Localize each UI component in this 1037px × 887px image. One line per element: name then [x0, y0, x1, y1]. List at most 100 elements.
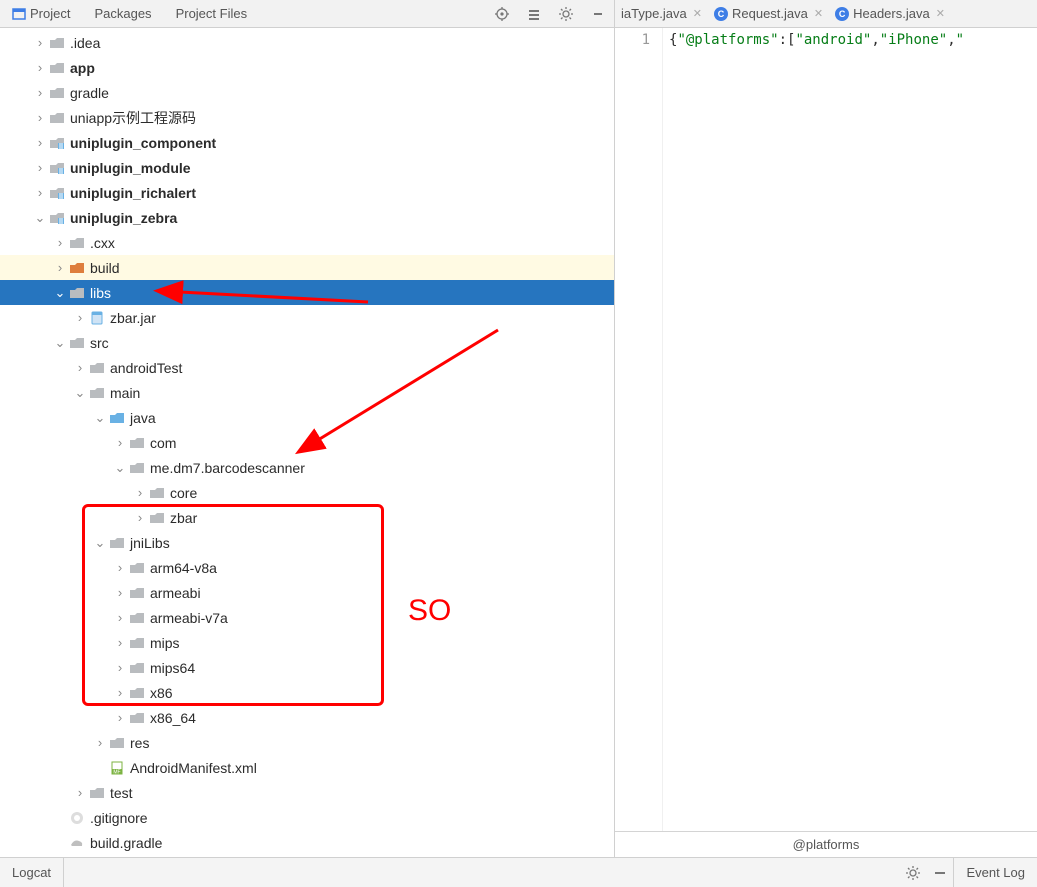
chevron-right-icon[interactable]: ›	[72, 785, 88, 800]
folder-icon	[88, 384, 106, 402]
tree-row[interactable]: › .idea	[0, 30, 614, 55]
tree-row[interactable]: ⌄ libs	[0, 280, 614, 305]
close-icon[interactable]: ✕	[814, 7, 823, 20]
tree-node-label: .cxx	[90, 235, 115, 251]
chevron-right-icon[interactable]: ›	[32, 160, 48, 175]
folder-icon	[88, 784, 106, 802]
tree-node-label: zbar.jar	[110, 310, 156, 326]
gear-icon[interactable]	[899, 865, 927, 881]
package-icon	[128, 434, 146, 452]
chevron-right-icon[interactable]: ›	[32, 35, 48, 50]
chevron-down-icon[interactable]: ⌄	[52, 285, 68, 301]
tree-row[interactable]: ⌄me.dm7.barcodescanner	[0, 455, 614, 480]
package-icon	[128, 459, 146, 477]
line-number: 1	[615, 32, 650, 48]
project-view-tab-packages[interactable]: Packages	[86, 4, 159, 23]
tree-row[interactable]: ⌄java	[0, 405, 614, 430]
gear-icon[interactable]	[554, 2, 578, 26]
tree-node-label: build	[90, 260, 120, 276]
module-icon	[48, 209, 66, 227]
tree-row[interactable]: ›uniapp示例工程源码	[0, 105, 614, 130]
tree-row[interactable]: ›core	[0, 480, 614, 505]
chevron-down-icon[interactable]: ⌄	[112, 460, 128, 476]
hide-panel-icon[interactable]	[586, 2, 610, 26]
package-icon	[148, 484, 166, 502]
tree-row[interactable]: ›x86_64	[0, 705, 614, 730]
tree-row[interactable]: .gitignore	[0, 805, 614, 830]
chevron-right-icon[interactable]: ›	[112, 435, 128, 450]
tree-row[interactable]: ›uniplugin_module	[0, 155, 614, 180]
editor-panel: iaType.java ✕ C Request.java ✕ C Headers…	[615, 0, 1037, 857]
tree-row[interactable]: › zbar.jar	[0, 305, 614, 330]
tree-row[interactable]: ›test	[0, 780, 614, 805]
chevron-right-icon[interactable]: ›	[32, 135, 48, 150]
tree-row[interactable]: ⌄uniplugin_zebra	[0, 205, 614, 230]
minimize-icon[interactable]	[927, 866, 953, 880]
breadcrumb[interactable]: @platforms	[615, 831, 1037, 857]
chevron-right-icon[interactable]: ›	[72, 360, 88, 375]
tree-row[interactable]: ›com	[0, 430, 614, 455]
tree-row[interactable]: › .cxx	[0, 230, 614, 255]
folder-icon	[128, 709, 146, 727]
tree-node-label: uniplugin_richalert	[70, 185, 196, 201]
chevron-down-icon[interactable]: ⌄	[52, 335, 68, 351]
collapse-all-icon[interactable]	[522, 2, 546, 26]
chevron-right-icon[interactable]: ›	[132, 485, 148, 500]
tree-row[interactable]: ⌄ main	[0, 380, 614, 405]
tree-node-label: app	[70, 60, 95, 76]
tree-row[interactable]: ›uniplugin_component	[0, 130, 614, 155]
project-view-tabs: Project Packages Project Files	[0, 0, 614, 28]
folder-icon	[68, 284, 86, 302]
chevron-right-icon[interactable]: ›	[52, 260, 68, 275]
tree-node-label: .gitignore	[90, 810, 148, 826]
editor-tab[interactable]: C Request.java ✕	[708, 4, 829, 23]
java-class-icon: C	[714, 7, 728, 21]
editor-tab[interactable]: iaType.java ✕	[615, 4, 708, 23]
chevron-right-icon[interactable]: ›	[72, 310, 88, 325]
tree-row[interactable]: › app	[0, 55, 614, 80]
folder-icon	[48, 59, 66, 77]
chevron-right-icon[interactable]: ›	[32, 85, 48, 100]
editor-body[interactable]: 1 {"@platforms":["android","iPhone","	[615, 28, 1037, 831]
tool-window-label: Logcat	[12, 865, 51, 880]
tool-window-event-log[interactable]: Event Log	[953, 858, 1037, 887]
tree-row[interactable]: › uniplugin_richalert	[0, 180, 614, 205]
project-view-tab-project[interactable]: Project	[4, 4, 78, 23]
tree-row[interactable]: ⌄ src	[0, 330, 614, 355]
tree-node-label: main	[110, 385, 140, 401]
code-area[interactable]: {"@platforms":["android","iPhone","	[663, 28, 1037, 831]
folder-icon	[68, 234, 86, 252]
tree-node-label: src	[90, 335, 109, 351]
tree-row[interactable]: ›androidTest	[0, 355, 614, 380]
chevron-down-icon[interactable]: ⌄	[92, 410, 108, 426]
java-class-icon: C	[835, 7, 849, 21]
chevron-right-icon[interactable]: ›	[32, 60, 48, 75]
chevron-right-icon[interactable]: ›	[92, 735, 108, 750]
chevron-down-icon[interactable]: ⌄	[32, 210, 48, 226]
chevron-right-icon[interactable]: ›	[112, 710, 128, 725]
locate-icon[interactable]	[490, 2, 514, 26]
close-icon[interactable]: ✕	[936, 7, 945, 20]
tool-window-logcat[interactable]: Logcat	[0, 858, 64, 887]
tree-row[interactable]: ›gradle	[0, 80, 614, 105]
project-tree[interactable]: ›.idea›app›gradle›uniapp示例工程源码›uniplugin…	[0, 28, 614, 857]
folder-res-icon	[108, 734, 126, 752]
annotation-box	[82, 504, 384, 706]
chevron-right-icon[interactable]: ›	[52, 235, 68, 250]
tree-row[interactable]: MFAndroidManifest.xml	[0, 755, 614, 780]
close-icon[interactable]: ✕	[693, 7, 702, 20]
chevron-down-icon[interactable]: ⌄	[72, 385, 88, 401]
breadcrumb-label: @platforms	[793, 837, 860, 852]
chevron-right-icon[interactable]: ›	[32, 185, 48, 200]
editor-tab-label: Headers.java	[853, 6, 930, 21]
editor-tab[interactable]: C Headers.java ✕	[829, 4, 951, 23]
tree-row[interactable]: › build	[0, 255, 614, 280]
tree-node-label: .idea	[70, 35, 100, 51]
project-view-tab-project-files[interactable]: Project Files	[168, 4, 256, 23]
chevron-right-icon[interactable]: ›	[32, 110, 48, 125]
bottom-toolbar: Logcat Event Log	[0, 857, 1037, 887]
tree-row[interactable]: build.gradle	[0, 830, 614, 855]
annotation-text: SO	[408, 594, 451, 628]
tree-node-label: libs	[90, 285, 111, 301]
tree-row[interactable]: ›res	[0, 730, 614, 755]
